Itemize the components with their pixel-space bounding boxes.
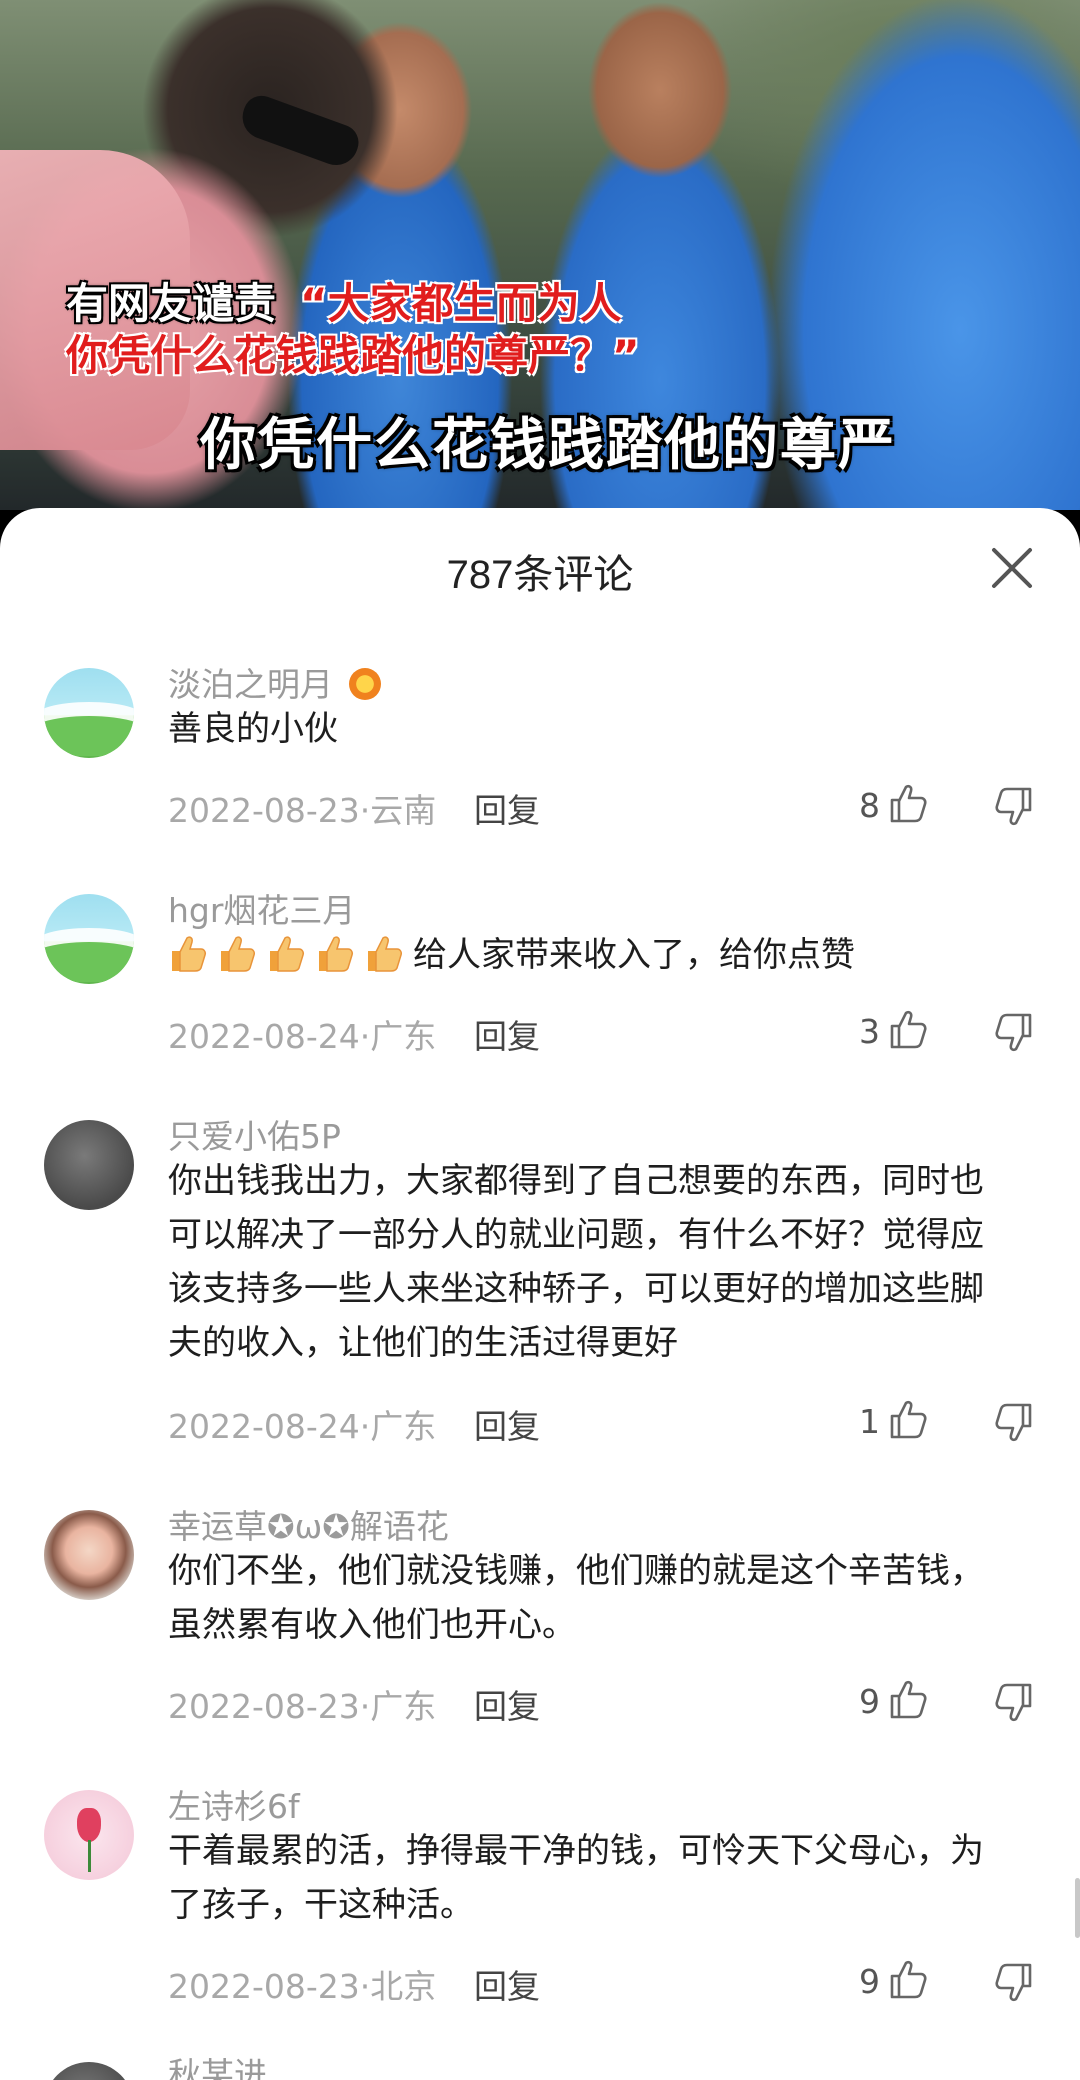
thumbs-up-icon[interactable] xyxy=(888,1678,928,1720)
avatar[interactable] xyxy=(44,1790,134,1880)
thumbs-down-icon[interactable] xyxy=(994,786,1034,828)
thumbs-up-emoji xyxy=(270,936,304,972)
comment-line: 你出钱我出力，大家都得到了自己想要的东西，同时也 xyxy=(168,1161,984,1201)
reply-button[interactable]: 回复 xyxy=(474,1400,540,1448)
scrollbar[interactable] xyxy=(1075,1878,1080,1938)
thumbs-up-icon[interactable] xyxy=(888,1398,928,1440)
comment-line: 夫的收入，让他们的生活过得更好 xyxy=(168,1323,678,1363)
comment-username[interactable]: 左诗杉6f xyxy=(168,1780,300,1828)
comment-line: 干着最累的活，挣得最干净的钱，可怜天下父母心，为 xyxy=(168,1831,984,1871)
comment-line: 善良的小伙 xyxy=(168,709,338,749)
fan-badge-icon xyxy=(349,668,381,700)
username-text: 淡泊之明月 xyxy=(168,665,333,704)
comment-date-location: 2022-08-24·广东 xyxy=(168,1017,437,1056)
thumbs-down-icon[interactable] xyxy=(994,1012,1034,1054)
like-count: 9 xyxy=(859,1962,880,2001)
comment-username[interactable]: 淡泊之明月 xyxy=(168,658,381,706)
reply-button[interactable]: 回复 xyxy=(474,1960,540,2008)
avatar[interactable] xyxy=(44,894,134,984)
video-player[interactable]: 有网友谴责 “大家都生而为人 你凭什么花钱践踏他的尊严？” 你凭什么花钱践踏他的… xyxy=(0,0,1080,510)
like-count: 9 xyxy=(859,1682,880,1721)
thumbs-down-icon[interactable] xyxy=(994,1682,1034,1724)
comment-line: 给人家带来收入了，给你点赞 xyxy=(413,935,855,975)
like-count: 1 xyxy=(859,1402,880,1441)
avatar[interactable] xyxy=(44,2062,134,2080)
video-figure-sunglasses xyxy=(236,90,364,172)
reply-button[interactable]: 回复 xyxy=(474,1680,540,1728)
avatar[interactable] xyxy=(44,668,134,758)
comment-line: 可以解决了一部分人的就业问题，有什么不好？觉得应 xyxy=(168,1215,984,1255)
thumbs-up-emoji xyxy=(172,936,206,972)
comments-sheet: 787条评论 淡泊之明月 善良的小伙 2022-08-23·云南 回复 8 hg… xyxy=(0,508,1080,2080)
reply-button[interactable]: 回复 xyxy=(474,1010,540,1058)
comment-line-with-emojis: 给人家带来收入了，给你点赞 xyxy=(168,928,1038,982)
comment-text: 善良的小伙 xyxy=(168,702,1038,756)
comment-date-location: 2022-08-23·广东 xyxy=(168,1687,437,1726)
comment-text: 干着最累的活，挣得最干净的钱，可怜天下父母心，为 了孩子，干这种活。 xyxy=(168,1824,1038,1932)
avatar[interactable] xyxy=(44,1510,134,1600)
close-icon xyxy=(992,548,1032,588)
caption-quote-line2: 你凭什么花钱践踏他的尊严？” xyxy=(66,331,640,380)
comment-text: 给人家带来收入了，给你点赞 xyxy=(168,928,1038,982)
comment-username[interactable]: 只爱小佑5P xyxy=(168,1110,341,1158)
comment-line: 虽然累有收入他们也开心。 xyxy=(168,1605,576,1645)
thumbs-up-emoji xyxy=(319,936,353,972)
like-count: 8 xyxy=(859,786,880,825)
comment-text: 你出钱我出力，大家都得到了自己想要的东西，同时也 可以解决了一部分人的就业问题，… xyxy=(168,1154,1038,1370)
comment-date-location: 2022-08-24·广东 xyxy=(168,1407,437,1446)
thumbs-up-emoji xyxy=(221,936,255,972)
comments-header: 787条评论 xyxy=(0,508,1080,628)
comment-username[interactable]: hgr烟花三月 xyxy=(168,884,355,932)
comments-count-title: 787条评论 xyxy=(446,553,634,597)
comment-line: 了孩子，干这种活。 xyxy=(168,1885,474,1925)
comment-date-location: 2022-08-23·云南 xyxy=(168,791,437,830)
comment-username[interactable]: 秋某进 xyxy=(168,2048,267,2080)
thumbs-up-icon[interactable] xyxy=(888,1008,928,1050)
like-count: 3 xyxy=(859,1012,880,1051)
reply-button[interactable]: 回复 xyxy=(474,784,540,832)
video-subtitle: 你凭什么花钱践踏他的尊严 xyxy=(200,413,896,478)
avatar[interactable] xyxy=(44,1120,134,1210)
thumbs-down-icon[interactable] xyxy=(994,1402,1034,1444)
comment-line: 该支持多一些人来坐这种轿子，可以更好的增加这些脚 xyxy=(168,1269,984,1309)
thumbs-up-icon[interactable] xyxy=(888,782,928,824)
comment-text: 你们不坐，他们就没钱赚，他们赚的就是这个辛苦钱， 虽然累有收入他们也开心。 xyxy=(168,1544,1038,1652)
close-button[interactable] xyxy=(984,540,1040,596)
thumbs-up-icon[interactable] xyxy=(888,1958,928,2000)
comment-date-location: 2022-08-23·北京 xyxy=(168,1967,437,2006)
thumbs-up-emoji xyxy=(368,936,402,972)
comment-line: 你们不坐，他们就没钱赚，他们赚的就是这个辛苦钱， xyxy=(168,1551,984,1591)
comment-username[interactable]: 幸运草✪ω✪解语花 xyxy=(168,1500,449,1548)
thumbs-down-icon[interactable] xyxy=(994,1962,1034,2004)
